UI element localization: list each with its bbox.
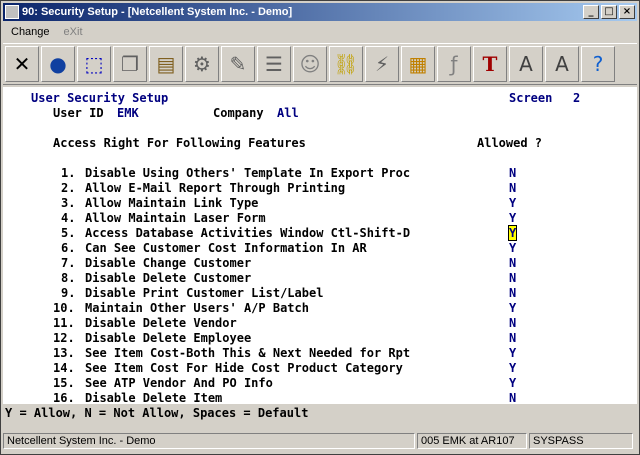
feature-value[interactable]: N [509, 286, 516, 300]
feature-no: 4. [61, 211, 76, 225]
feature-label: Allow Maintain Laser Form [85, 211, 266, 225]
lightning-icon[interactable]: ⚡ [365, 46, 399, 82]
minimize-button[interactable]: _ [583, 5, 599, 19]
font-decrease-icon[interactable]: A [545, 46, 579, 82]
status-bar: Netcellent System Inc. - Demo 005 EMK at… [3, 433, 637, 451]
title-bar[interactable]: 90: Security Setup - [Netcellent System … [3, 3, 637, 21]
window-title: 90: Security Setup - [Netcellent System … [22, 6, 293, 18]
menu-exit[interactable]: eXit [64, 26, 83, 38]
font-increase-icon[interactable]: A [509, 46, 543, 82]
company-label: Company [213, 106, 264, 120]
feature-no: 11. [53, 316, 75, 330]
feature-label: Disable Using Others' Template In Export… [85, 166, 411, 180]
menu-change[interactable]: Change [11, 26, 50, 38]
feature-value[interactable]: N [509, 391, 516, 405]
feature-label: Disable Delete Employee [85, 331, 252, 345]
feature-no: 13. [53, 346, 75, 360]
feature-value-current[interactable]: Y [507, 225, 518, 241]
company-value[interactable]: All [277, 106, 299, 120]
feature-label: See Item Cost-Both This & Next Needed fo… [85, 346, 411, 360]
feature-no: 9. [61, 286, 76, 300]
feature-label: Access Database Activities Window Ctl-Sh… [85, 226, 411, 240]
calendar-icon[interactable]: ▦ [401, 46, 435, 82]
feature-value[interactable]: Y [509, 301, 516, 315]
edit-icon[interactable]: ✎ [221, 46, 255, 82]
feature-no: 8. [61, 271, 76, 285]
feature-value[interactable]: Y [509, 376, 516, 390]
feature-label: See ATP Vendor And PO Info [85, 376, 273, 390]
copy-icon[interactable]: ❐ [113, 46, 147, 82]
feature-label: Disable Delete Item [85, 391, 223, 405]
feature-no: 15. [53, 376, 75, 390]
feature-no: 10. [53, 301, 75, 315]
gear-icon[interactable]: ⚙ [185, 46, 219, 82]
feature-value[interactable]: N [509, 256, 516, 270]
feature-label: Maintain Other Users' A/P Batch [85, 301, 309, 315]
feature-value[interactable]: Y [509, 196, 516, 210]
help-icon[interactable]: ? [581, 46, 615, 82]
toolbar: ✕ ● ⬚ ❐ ▤ ⚙ ✎ ☰ ☺ ⛓ ⚡ ▦ ƒ T A A ? [3, 43, 637, 85]
application-window: 90: Security Setup - [Netcellent System … [0, 0, 640, 455]
user-id-label: User ID [53, 106, 104, 120]
feature-no: 3. [61, 196, 76, 210]
feature-no: 2. [61, 181, 76, 195]
feature-no: 12. [53, 331, 75, 345]
access-heading: Access Right For Following Features [53, 136, 306, 150]
screen-number: 2 [573, 91, 581, 105]
status-company: Netcellent System Inc. - Demo [3, 433, 415, 449]
feature-value[interactable]: N [509, 331, 516, 345]
user-id-value[interactable]: EMK [117, 106, 139, 120]
people-icon[interactable]: ☺ [293, 46, 327, 82]
feature-no: 14. [53, 361, 75, 375]
globe-icon[interactable]: ● [41, 46, 75, 82]
feature-value[interactable]: Y [509, 361, 516, 375]
list-icon[interactable]: ☰ [257, 46, 291, 82]
feature-value[interactable]: Y [509, 346, 516, 360]
paste-icon[interactable]: ▤ [149, 46, 183, 82]
status-mode: SYSPASS [529, 433, 633, 449]
feature-value[interactable]: N [509, 181, 516, 195]
feature-label: Disable Print Customer List/Label [85, 286, 324, 300]
feature-value[interactable]: Y [509, 211, 516, 225]
app-icon[interactable] [5, 5, 19, 19]
font-tt-icon[interactable]: T [473, 46, 507, 82]
feature-label: Disable Delete Vendor [85, 316, 237, 330]
feature-value[interactable]: N [509, 166, 516, 180]
link-icon[interactable]: ⛓ [329, 46, 363, 82]
feature-value[interactable]: Y [509, 241, 516, 255]
feature-label: Disable Delete Customer [85, 271, 252, 285]
feature-value[interactable]: N [509, 316, 516, 330]
feature-no: 16. [53, 391, 75, 405]
feature-label: Allow Maintain Link Type [85, 196, 259, 210]
feature-no: 1. [61, 166, 76, 180]
screen-label: Screen [509, 91, 553, 105]
feature-no: 7. [61, 256, 76, 270]
feature-label: Disable Change Customer [85, 256, 252, 270]
feature-label: Can See Customer Cost Information In AR [85, 241, 367, 255]
menu-bar: Change eXit [3, 23, 637, 41]
allowed-heading: Allowed ? [477, 136, 543, 150]
terminal-screen[interactable]: User Security Setup Screen 2 User ID EMK… [3, 87, 637, 419]
maximize-button[interactable]: □ [601, 5, 617, 19]
feature-no: 5. [61, 226, 76, 240]
feature-label: Allow E-Mail Report Through Printing [85, 181, 346, 195]
feature-no: 6. [61, 241, 76, 255]
script-icon[interactable]: ƒ [437, 46, 471, 82]
select-rect-icon[interactable]: ⬚ [77, 46, 111, 82]
close-x-icon[interactable]: ✕ [5, 46, 39, 82]
close-button[interactable]: × [619, 5, 635, 19]
feature-label: See Item Cost For Hide Cost Product Cate… [85, 361, 403, 375]
feature-value[interactable]: N [509, 271, 516, 285]
header-title: User Security Setup [31, 91, 169, 105]
help-line: Y = Allow, N = Not Allow, Spaces = Defau… [3, 404, 639, 422]
status-session: 005 EMK at AR107 [417, 433, 527, 449]
